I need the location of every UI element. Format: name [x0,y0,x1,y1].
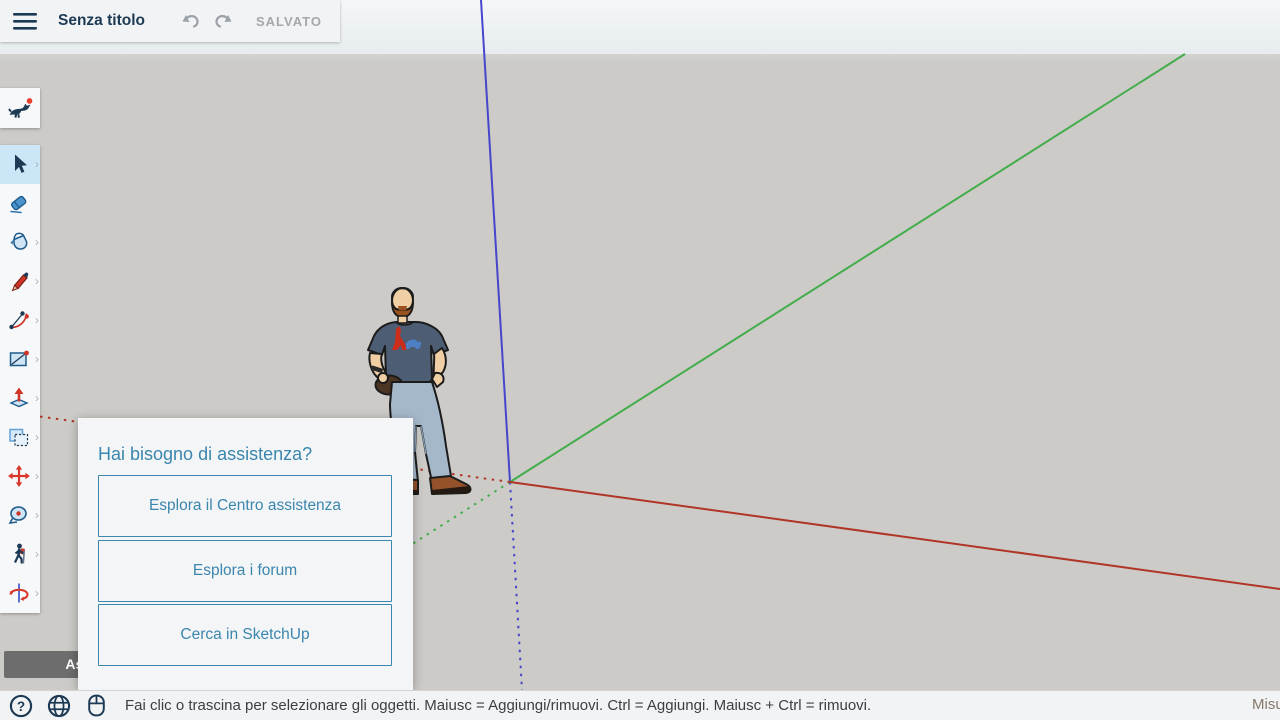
save-status-badge: SALVATO [256,14,322,29]
flyout-chevron-icon: › [35,509,39,521]
left-toolbar: › › › [0,145,40,613]
flyout-chevron-icon: › [35,431,39,443]
measurements-label: Misure [1252,696,1280,713]
explore-help-center-button[interactable]: Esplora il Centro assistenza [98,475,392,537]
flyout-chevron-icon: › [35,587,39,599]
tool-select[interactable]: › [0,145,40,184]
top-bar: Senza titolo SALVATO [0,0,340,42]
push-pull-icon [7,386,31,410]
flyout-chevron-icon: › [35,392,39,404]
flyout-chevron-icon: › [35,158,39,170]
help-circle-icon[interactable]: ? [8,693,34,719]
paint-bucket-icon [7,230,31,254]
globe-icon[interactable] [46,693,72,719]
flyout-chevron-icon: › [35,470,39,482]
status-hint: Fai clic o trascina per selezionare gli … [125,697,871,714]
rectangle-icon [7,347,31,371]
flyout-chevron-icon: › [35,275,39,287]
sketchup-search-dog-icon [7,96,33,122]
redo-icon[interactable] [212,10,234,32]
status-bar: ? Fai clic o trascina per selezionare gl… [0,690,1280,720]
pencil-line-icon [7,269,31,293]
help-dialog: Hai bisogno di assistenza? Esplora il Ce… [78,418,413,690]
two-point-arc-icon [7,308,31,332]
tool-move[interactable]: › [0,457,40,496]
flyout-chevron-icon: › [35,548,39,560]
menu-icon[interactable] [12,12,38,31]
help-dialog-title: Hai bisogno di assistenza? [98,444,413,465]
tool-arc[interactable]: › [0,301,40,340]
explore-forums-button[interactable]: Esplora i forum [98,540,392,602]
select-arrow-icon [7,152,31,176]
tool-orbit[interactable]: › [0,574,40,613]
tool-rectangle[interactable]: › [0,340,40,379]
svg-text:?: ? [17,698,25,713]
search-tool-card[interactable] [0,88,40,128]
flyout-chevron-icon: › [35,353,39,365]
tool-tape-measure[interactable]: › [0,496,40,535]
search-sketchup-button[interactable]: Cerca in SketchUp [98,604,392,666]
notification-dot [27,98,33,104]
tape-measure-icon [7,503,31,527]
flyout-chevron-icon: › [35,236,39,248]
tool-eraser[interactable] [0,184,40,223]
walk-icon [7,542,31,566]
tool-paint[interactable]: › [0,223,40,262]
offset-icon [7,425,31,449]
tool-line[interactable]: › [0,262,40,301]
tool-offset[interactable]: › [0,418,40,457]
eraser-icon [7,191,31,215]
tool-push-pull[interactable]: › [0,379,40,418]
orbit-icon [7,581,31,605]
document-title: Senza titolo [58,12,145,30]
undo-icon[interactable] [180,10,202,32]
flyout-chevron-icon: › [35,314,39,326]
tool-walk[interactable]: › [0,535,40,574]
mouse-icon [84,693,109,718]
move-icon [7,464,31,488]
